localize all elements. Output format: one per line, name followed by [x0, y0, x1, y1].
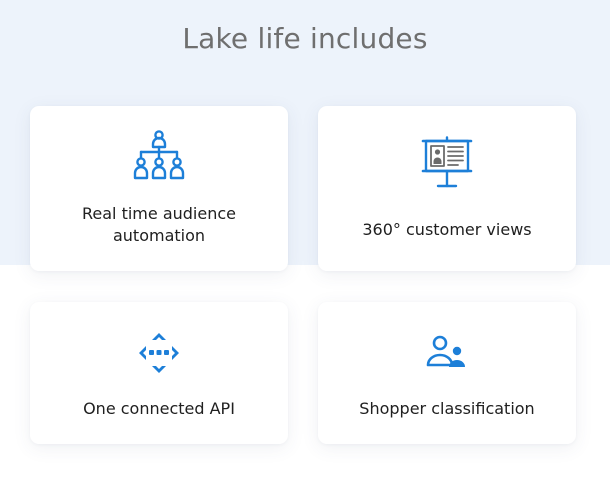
feature-card-customer-views: 360° customer views: [318, 106, 576, 271]
feature-card-connected-api: One connected API: [30, 302, 288, 444]
feature-card-shopper-classification: Shopper classification: [318, 302, 576, 444]
org-chart-icon: [132, 130, 186, 188]
users-icon: [425, 334, 469, 374]
arrows-connected-icon: [136, 330, 182, 380]
section-title: Lake life includes: [182, 22, 428, 55]
feature-label: 360° customer views: [362, 220, 532, 239]
feature-label: Shopper classification: [359, 399, 535, 418]
feature-card-audience-automation: Real time audience automation: [30, 106, 288, 271]
presentation-board-icon: [420, 136, 474, 192]
feature-label: One connected API: [83, 399, 235, 418]
feature-label: Real time audience automation: [82, 204, 236, 245]
